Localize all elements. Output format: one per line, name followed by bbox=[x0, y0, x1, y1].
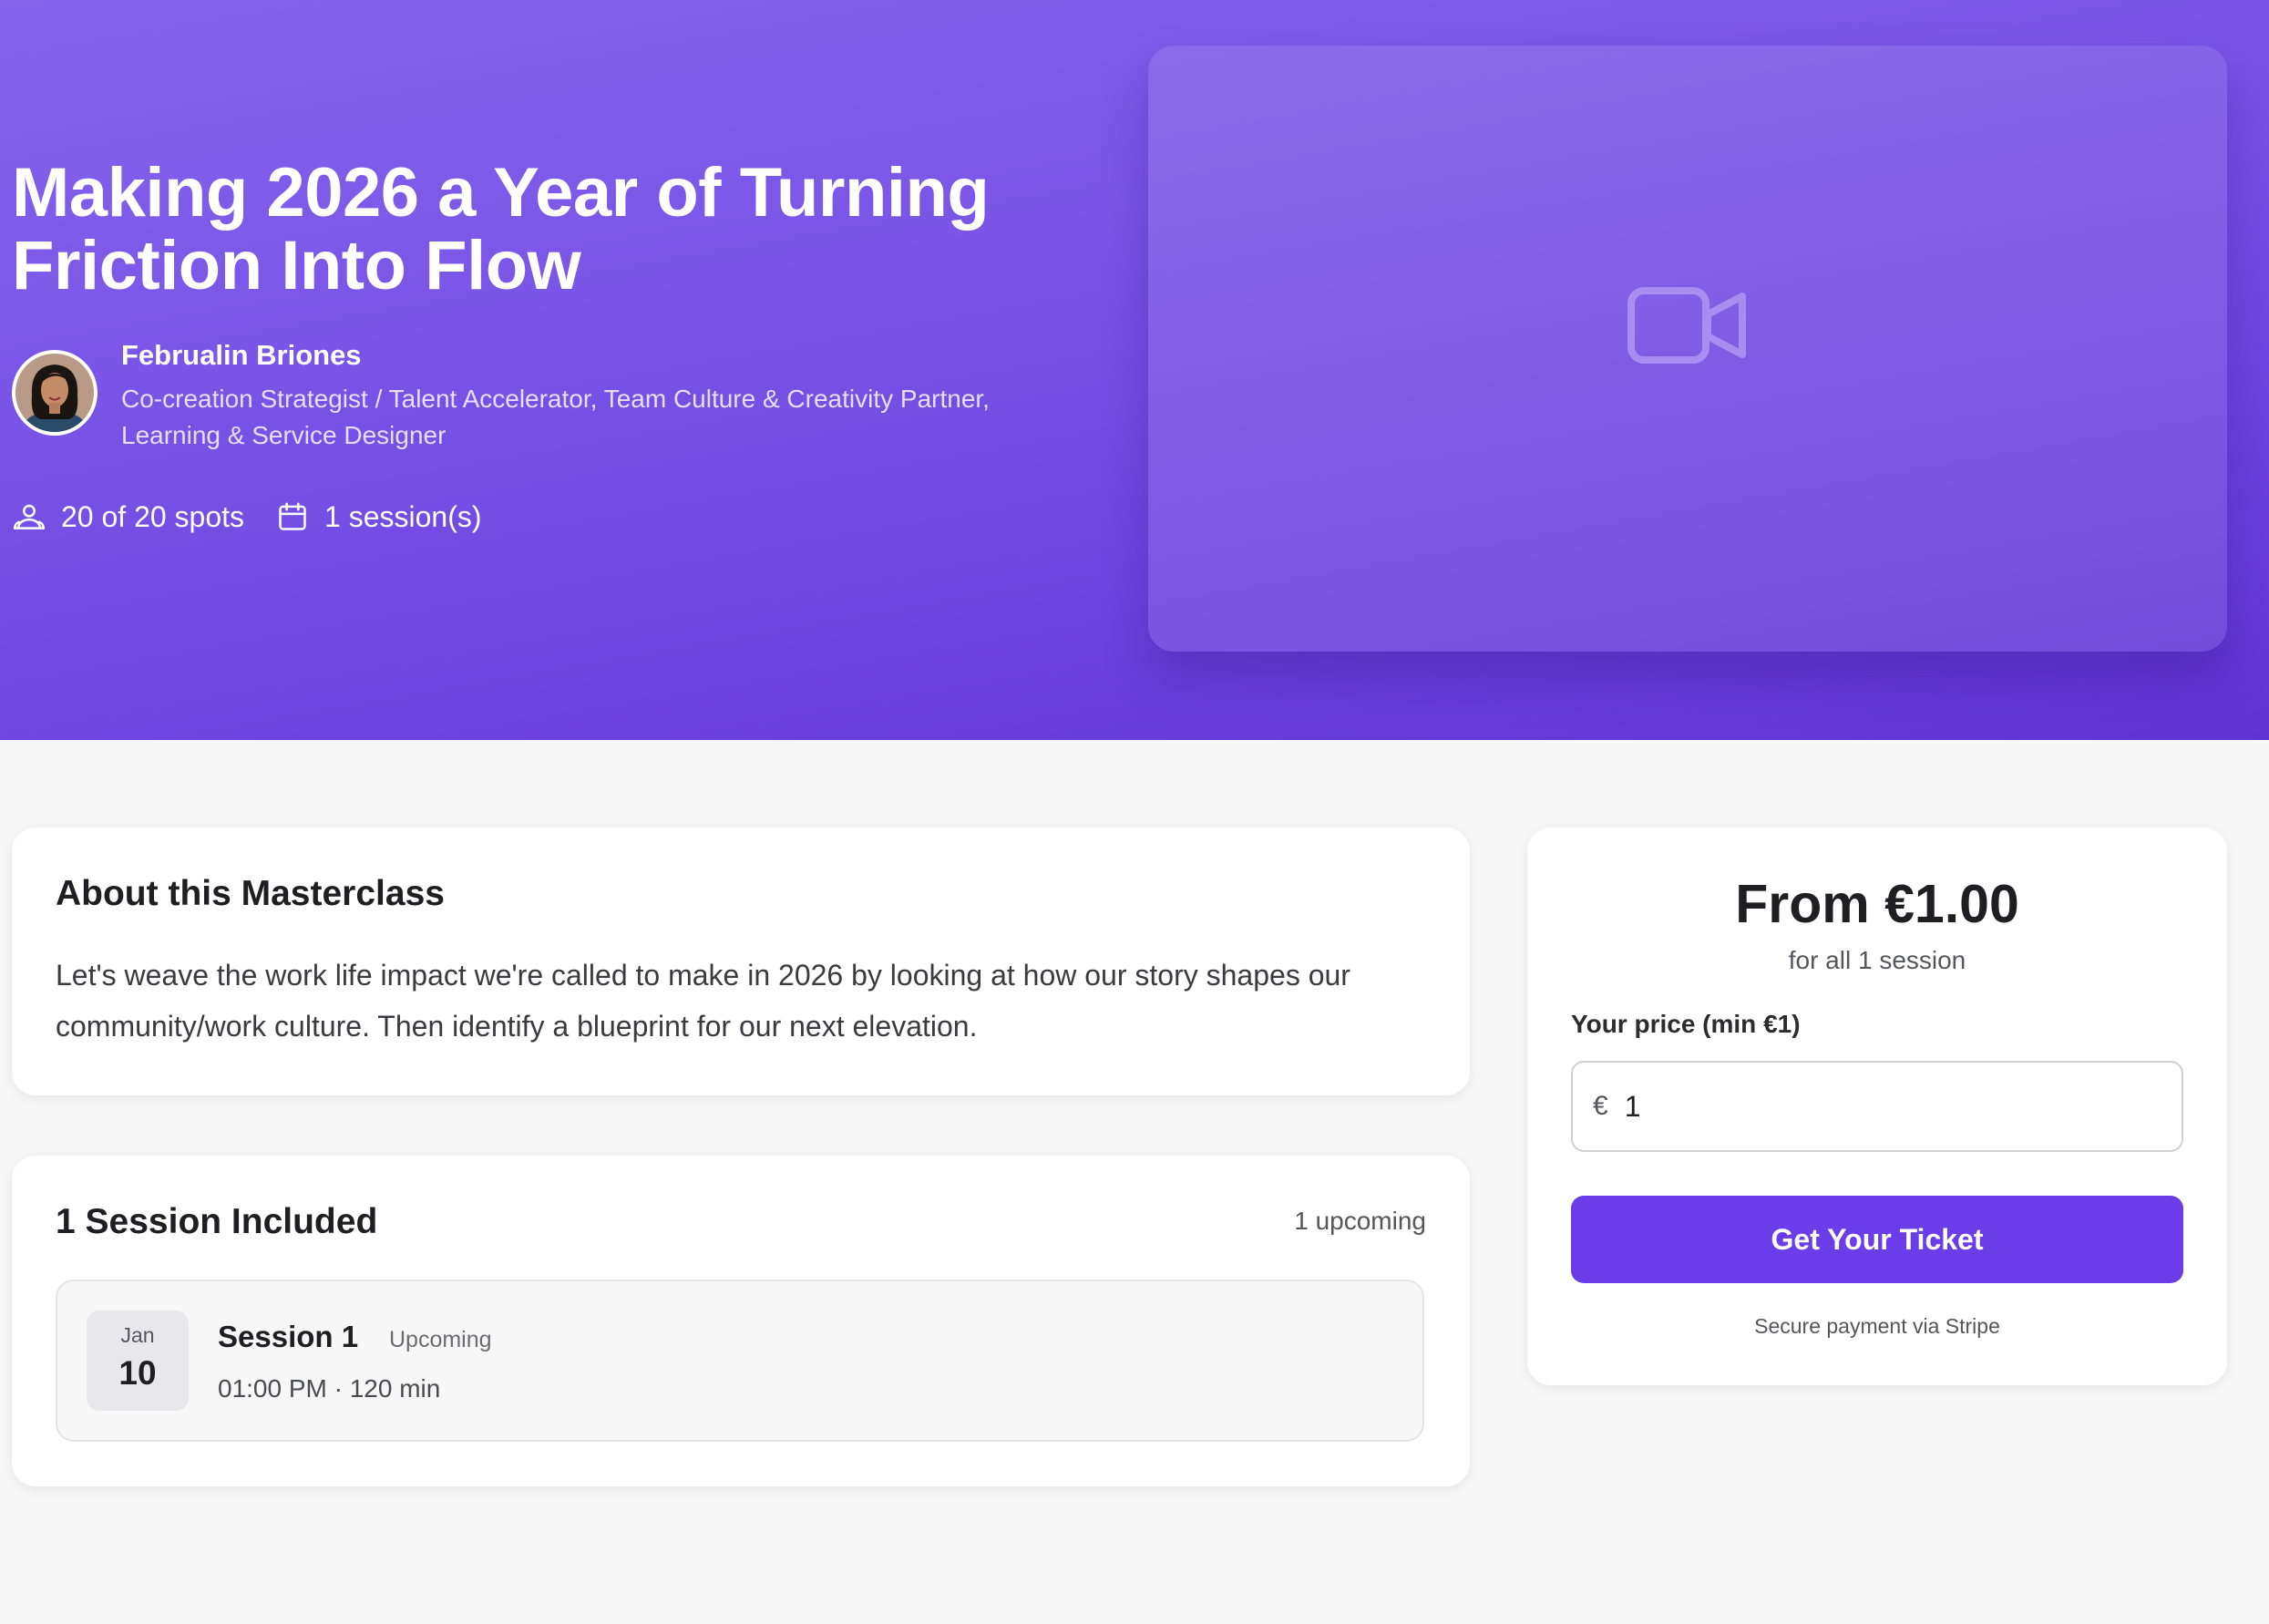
currency-symbol: € bbox=[1593, 1091, 1608, 1121]
host-name: Februalin Briones bbox=[121, 339, 362, 371]
hero-banner: Making 2026 a Year of Turning Friction I… bbox=[0, 0, 2269, 740]
avatar bbox=[12, 350, 98, 436]
video-camera-icon bbox=[1627, 286, 1746, 364]
about-heading: About this Masterclass bbox=[56, 874, 445, 913]
get-ticket-button[interactable]: Get Your Ticket bbox=[1571, 1196, 2183, 1283]
about-description: Let's weave the work life impact we're c… bbox=[56, 959, 1350, 1043]
secure-payment-note: Secure payment via Stripe bbox=[1754, 1314, 2000, 1338]
session-time: 01:00 PM · 120 min bbox=[218, 1374, 441, 1403]
sessions-text: 1 session(s) bbox=[324, 499, 482, 533]
sessions-card: 1 Session Included 1 upcoming Jan 10 Ses… bbox=[12, 1156, 1470, 1486]
host-info: Februalin Briones Co-creation Strategist… bbox=[12, 337, 1105, 456]
about-card: About this Masterclass Let's weave the w… bbox=[12, 827, 1470, 1095]
spots-text: 20 of 20 spots bbox=[61, 499, 245, 533]
price-amount: From €1.00 bbox=[1735, 874, 2019, 934]
price-input-field[interactable]: € bbox=[1571, 1061, 2183, 1152]
price-input[interactable] bbox=[1622, 1088, 2137, 1125]
session-day: 10 bbox=[118, 1354, 157, 1392]
price-input-label: Your price (min €1) bbox=[1571, 1010, 1801, 1038]
avatar-portrait bbox=[15, 354, 94, 432]
hero-stats: 20 of 20 spots 1 session(s) bbox=[12, 497, 482, 537]
host-role: Co-creation Strategist / Talent Accelera… bbox=[121, 385, 990, 449]
spots-stat: 20 of 20 spots bbox=[12, 499, 244, 534]
session-item[interactable]: Jan 10 Session 1 Upcoming 01:00 PM · 120… bbox=[56, 1280, 1424, 1442]
video-preview[interactable] bbox=[1148, 46, 2227, 652]
page-title: Making 2026 a Year of Turning Friction I… bbox=[12, 154, 990, 304]
calendar-icon bbox=[275, 499, 310, 534]
price-subtitle: for all 1 session bbox=[1788, 946, 1966, 974]
sessions-heading: 1 Session Included bbox=[56, 1202, 378, 1241]
session-month: Jan bbox=[120, 1323, 155, 1347]
upcoming-count: 1 upcoming bbox=[1294, 1207, 1426, 1235]
session-title: Session 1 bbox=[218, 1320, 359, 1353]
session-status-badge: Upcoming bbox=[389, 1327, 492, 1352]
session-date-badge: Jan 10 bbox=[87, 1311, 189, 1411]
sessions-stat: 1 session(s) bbox=[275, 499, 482, 534]
pricing-card: From €1.00 for all 1 session Your price … bbox=[1527, 827, 2227, 1385]
sessions-header: 1 Session Included 1 upcoming bbox=[56, 1201, 1426, 1243]
users-icon bbox=[12, 499, 46, 534]
